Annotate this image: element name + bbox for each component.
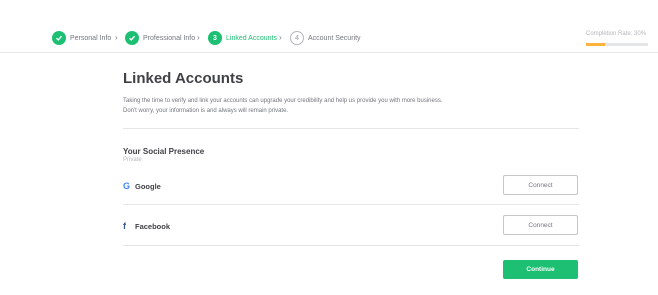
progress-fill: [586, 43, 605, 46]
section-title: Your Social Presence: [123, 147, 205, 156]
step-label: Personal Info: [70, 34, 112, 42]
check-icon: [52, 31, 66, 45]
step-professional-info[interactable]: Professional Info: [125, 31, 195, 45]
step-personal-info[interactable]: Personal Info: [52, 31, 111, 45]
step-linked-accounts[interactable]: 3 Linked Accounts: [208, 31, 277, 45]
step-label: Linked Accounts: [226, 34, 277, 42]
description-line-2: Don't worry, your information is and alw…: [123, 108, 289, 114]
step-number: 3: [208, 31, 222, 45]
progress-bar: [586, 43, 648, 46]
continue-button[interactable]: Continue: [503, 260, 578, 279]
stepper-header: Personal Info › Professional Info › 3 Li…: [0, 0, 658, 53]
step-label: Account Security: [308, 34, 361, 42]
section-subtitle: Private: [123, 157, 142, 163]
connect-google-button[interactable]: Connect: [503, 175, 578, 195]
divider: [123, 204, 579, 205]
chevron-right-icon: ›: [279, 33, 282, 42]
account-row-google: G Google Connect: [123, 175, 579, 197]
account-row-facebook: f Facebook Connect: [123, 215, 579, 237]
account-name: Google: [135, 182, 161, 191]
chevron-right-icon: ›: [197, 33, 200, 42]
completion-rate: Completion Rate: 30%: [586, 31, 650, 46]
facebook-icon: f: [123, 221, 126, 231]
step-account-security[interactable]: 4 Account Security: [290, 31, 361, 45]
completion-label: Completion Rate: 30%: [586, 31, 647, 37]
google-icon: G: [123, 181, 131, 191]
connect-facebook-button[interactable]: Connect: [503, 215, 578, 235]
page-title: Linked Accounts: [123, 70, 244, 87]
check-icon: [125, 31, 139, 45]
divider: [123, 128, 579, 129]
chevron-right-icon: ›: [115, 33, 118, 42]
step-label: Professional Info: [143, 34, 196, 42]
divider: [123, 245, 579, 246]
page-description: Taking the time to verify and link your …: [123, 96, 579, 116]
account-name: Facebook: [135, 222, 171, 231]
step-number: 4: [290, 31, 304, 45]
description-line-1: Taking the time to verify and link your …: [123, 98, 443, 104]
